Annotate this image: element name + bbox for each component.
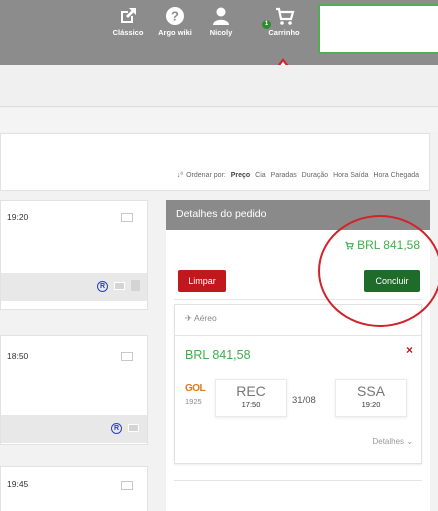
svg-text:?: ? xyxy=(171,9,179,24)
flight-time: 19:45 xyxy=(7,479,29,489)
card-footer: R xyxy=(1,415,147,443)
divider xyxy=(175,335,421,336)
nav-user[interactable]: Nicoly xyxy=(191,6,251,37)
flight-card[interactable]: 19:45 xyxy=(0,466,148,511)
top-navigation-bar: Clássico ? Argo wiki Nicoly 1 Carrinho xyxy=(0,0,438,65)
cart-badge: 1 xyxy=(262,20,271,29)
registered-icon[interactable]: R xyxy=(97,281,108,292)
arrival-box: SSA 19:20 xyxy=(335,379,407,417)
email-icon[interactable] xyxy=(114,282,125,290)
mail-icon[interactable] xyxy=(121,213,133,222)
document-icon[interactable] xyxy=(131,280,140,291)
itinerary-price: BRL 841,58 xyxy=(185,348,251,362)
details-link[interactable]: Detalhes ⌄ xyxy=(372,437,413,446)
help-icon: ? xyxy=(166,7,184,25)
itinerary-card: ✈ Aéreo BRL 841,58 × GOL 1925 REC 17:50 … xyxy=(174,304,422,464)
email-icon[interactable] xyxy=(128,424,139,432)
card-footer: R xyxy=(1,273,147,301)
airline-logo: GOL xyxy=(185,383,206,394)
sub-header xyxy=(0,65,438,107)
external-link-icon xyxy=(121,8,136,23)
arrival-time: 19:20 xyxy=(361,400,381,409)
sort-option-hora-saida[interactable]: Hora Saída xyxy=(333,172,368,179)
highlight-box xyxy=(318,4,438,54)
flight-number: 1925 xyxy=(185,397,202,406)
mail-icon[interactable] xyxy=(121,481,133,490)
divider xyxy=(174,480,422,481)
annotation-circle xyxy=(318,215,438,327)
mail-icon[interactable] xyxy=(121,352,133,361)
remove-item-icon[interactable]: × xyxy=(406,343,413,357)
clear-button[interactable]: Limpar xyxy=(178,270,226,292)
airplane-icon: ✈ xyxy=(185,313,193,323)
itinerary-type-label: Aéreo xyxy=(194,313,217,323)
details-label: Detalhes xyxy=(372,437,405,446)
nav-label: Carrinho xyxy=(268,28,300,37)
sort-bar: ↓⁰ Ordenar por: Preço Cia Paradas Duraçã… xyxy=(0,133,430,191)
sort-option-hora-chegada[interactable]: Hora Chegada xyxy=(373,172,419,179)
flight-time: 18:50 xyxy=(7,351,29,361)
origin-code: REC xyxy=(236,383,266,399)
departure-time: 17:50 xyxy=(241,400,261,409)
destination-code: SSA xyxy=(356,383,385,399)
nav-cart[interactable]: 1 Carrinho xyxy=(254,6,314,37)
sub-header-strip xyxy=(0,108,438,132)
sort-icon: ↓⁰ xyxy=(176,172,184,179)
sort-option-paradas[interactable]: Paradas xyxy=(271,172,297,179)
nav-label: Nicoly xyxy=(209,28,233,37)
sort-option-duracao[interactable]: Duração xyxy=(302,172,328,179)
flight-date: 31/08 xyxy=(292,395,316,406)
user-icon xyxy=(213,7,229,25)
flight-card[interactable]: 18:50 R xyxy=(0,335,148,445)
departure-box: REC 17:50 xyxy=(215,379,287,417)
registered-icon[interactable]: R xyxy=(111,423,122,434)
sort-option-cia[interactable]: Cia xyxy=(255,172,266,179)
sort-option-preco[interactable]: Preço xyxy=(231,172,250,179)
sort-label: Ordenar por: xyxy=(186,172,226,179)
cart-icon xyxy=(276,7,295,25)
flight-time: 19:20 xyxy=(7,212,29,222)
sort-options: ↓⁰ Ordenar por: Preço Cia Paradas Duraçã… xyxy=(174,171,419,179)
chevron-down-icon: ⌄ xyxy=(406,437,413,446)
flight-card[interactable]: 19:20 R xyxy=(0,200,148,310)
